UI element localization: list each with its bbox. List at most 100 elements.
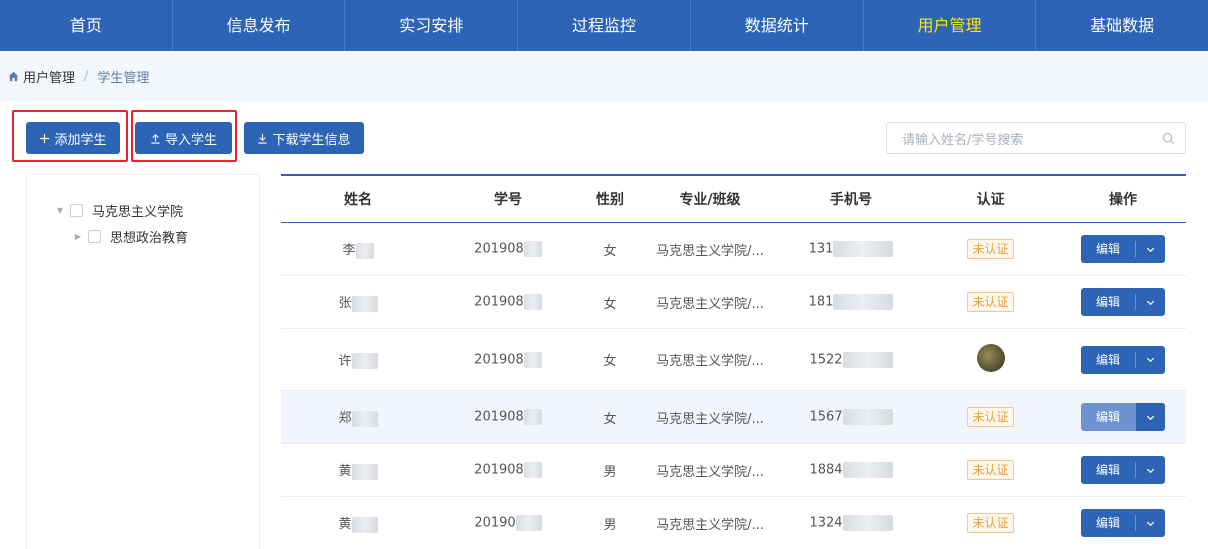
tree-node-label: 马克思主义学院 — [92, 205, 184, 220]
import-student-label: 导入学生 — [164, 132, 217, 148]
edit-label: 编辑 — [1081, 462, 1136, 478]
breadcrumb-separator: / — [84, 69, 89, 84]
student-id: 201908 — [474, 462, 524, 478]
breadcrumb-current: 学生管理 — [97, 71, 150, 86]
edit-label: 编辑 — [1081, 294, 1136, 310]
content-card: 添加学生 导入学生 下载学生信息 请输入姓名/学号搜索 ▼ 马克思主义学院 ▶ … — [0, 102, 1208, 549]
download-student-info-button[interactable]: 下载学生信息 — [244, 122, 364, 154]
header-student-id: 学号 — [494, 192, 522, 208]
student-gender: 女 — [603, 411, 617, 427]
edit-button[interactable]: 编辑 — [1081, 235, 1165, 263]
chevron-down-icon[interactable] — [1136, 298, 1165, 307]
tree-checkbox[interactable] — [88, 230, 101, 243]
chevron-down-icon[interactable] — [1136, 466, 1165, 475]
edit-label: 编辑 — [1081, 241, 1136, 257]
redacted-mask — [842, 462, 893, 478]
table-header: 姓名 学号 性别 专业/班级 手机号 认证 操作 — [281, 174, 1186, 223]
header-auth: 认证 — [976, 192, 1005, 208]
nav-item-basic-data[interactable]: 基础数据 — [1036, 0, 1208, 51]
chevron-down-icon[interactable] — [1136, 245, 1165, 254]
student-gender: 女 — [603, 243, 617, 259]
edit-button[interactable]: 编辑 — [1081, 456, 1165, 484]
nav-item-user-management[interactable]: 用户管理 — [864, 0, 1037, 51]
student-gender: 女 — [603, 354, 617, 369]
auth-status-badge: 未认证 — [967, 460, 1014, 480]
upload-icon — [151, 133, 160, 144]
redacted-mask — [351, 516, 378, 533]
student-name: 郑 — [338, 411, 352, 427]
student-major: 马克思主义学院/... — [656, 296, 764, 312]
header-name: 姓名 — [344, 192, 372, 208]
student-major: 马克思主义学院/... — [656, 464, 764, 480]
add-student-label: 添加学生 — [54, 132, 107, 148]
redacted-mask — [842, 515, 893, 531]
student-phone: 1324 — [809, 515, 843, 531]
student-major: 马克思主义学院/... — [656, 354, 764, 369]
header-phone: 手机号 — [830, 192, 872, 208]
search-icon[interactable] — [1162, 132, 1175, 145]
edit-button[interactable]: 编辑 — [1081, 288, 1165, 316]
redacted-mask — [351, 353, 378, 370]
student-phone: 1884 — [809, 462, 843, 478]
student-gender: 女 — [603, 296, 617, 312]
student-gender: 男 — [603, 464, 617, 480]
caret-right-icon[interactable]: ▶ — [71, 232, 85, 241]
table-row: 李 201908 女 马克思主义学院/... 131 未认证 编辑 — [281, 223, 1186, 276]
chevron-down-icon[interactable] — [1136, 355, 1165, 364]
edit-button[interactable]: 编辑 — [1081, 345, 1165, 374]
redacted-mask — [351, 295, 378, 312]
header-actions: 操作 — [1109, 192, 1137, 208]
redacted-mask — [515, 515, 542, 531]
nav-item-internship-arrange[interactable]: 实习安排 — [345, 0, 519, 51]
top-nav: 首页 信息发布 实习安排 过程监控 数据统计 用户管理 基础数据 — [0, 0, 1208, 51]
redacted-mask — [351, 463, 378, 480]
redacted-mask — [833, 241, 894, 257]
redacted-mask — [351, 410, 378, 427]
redacted-mask — [833, 294, 894, 310]
header-gender: 性别 — [596, 192, 624, 208]
auth-status-badge: 未认证 — [967, 513, 1014, 533]
table-row: 黄 20190 男 马克思主义学院/... 1324 未认证 编辑 — [281, 497, 1186, 549]
nav-item-statistics[interactable]: 数据统计 — [691, 0, 864, 51]
edit-label: 编辑 — [1081, 515, 1136, 531]
tree-checkbox[interactable] — [70, 204, 83, 217]
avatar — [976, 343, 1005, 372]
student-major: 马克思主义学院/... — [656, 517, 764, 533]
tree-node-political-education[interactable]: ▶ 思想政治教育 — [71, 227, 188, 246]
redacted-mask — [355, 242, 374, 259]
nav-item-home[interactable]: 首页 — [0, 0, 173, 51]
table-row: 郑 201908 女 马克思主义学院/... 1567 未认证 编辑 — [281, 391, 1186, 444]
redacted-mask — [523, 409, 542, 425]
download-icon — [258, 133, 268, 144]
chevron-down-icon[interactable] — [1136, 519, 1165, 528]
student-id: 201908 — [474, 241, 524, 257]
tree-node-marxism-college[interactable]: ▼ 马克思主义学院 — [53, 201, 183, 220]
redacted-mask — [842, 351, 893, 368]
nav-item-info-publish[interactable]: 信息发布 — [173, 0, 346, 51]
edit-label: 编辑 — [1081, 351, 1136, 368]
auth-status-badge: 未认证 — [967, 292, 1014, 312]
redacted-mask — [523, 241, 542, 257]
student-name: 张 — [338, 296, 352, 312]
breadcrumb-parent[interactable]: 用户管理 — [23, 67, 75, 86]
student-id: 20190 — [474, 515, 516, 531]
add-student-button[interactable]: 添加学生 — [26, 122, 120, 154]
auth-status-badge: 未认证 — [967, 239, 1014, 259]
student-gender: 男 — [603, 517, 617, 533]
nav-item-process-monitor[interactable]: 过程监控 — [518, 0, 691, 51]
student-major: 马克思主义学院/... — [656, 411, 764, 427]
caret-down-icon[interactable]: ▼ — [53, 206, 67, 215]
student-phone: 1522 — [809, 352, 843, 367]
student-name: 李 — [342, 243, 356, 259]
import-student-button[interactable]: 导入学生 — [135, 122, 232, 154]
chevron-down-icon[interactable] — [1136, 403, 1165, 431]
student-phone: 181 — [808, 294, 834, 310]
edit-button[interactable]: 编辑 — [1081, 403, 1165, 431]
redacted-mask — [842, 409, 893, 425]
header-major-class: 专业/班级 — [679, 192, 741, 208]
search-input[interactable]: 请输入姓名/学号搜索 — [886, 122, 1186, 154]
edit-button[interactable]: 编辑 — [1081, 509, 1165, 537]
table-row: 许 201908 女 马克思主义学院/... 1522 编辑 — [281, 329, 1186, 391]
redacted-mask — [523, 351, 542, 368]
student-major: 马克思主义学院/... — [656, 243, 764, 259]
